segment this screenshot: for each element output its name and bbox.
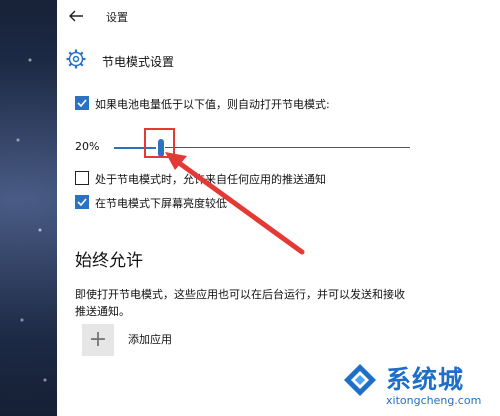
add-app-label[interactable]: 添加应用 [128,331,172,347]
always-allowed-description: 即使打开节电模式，这些应用也可以在后台运行，并可以发送和接收推送通知。 [75,288,405,318]
add-app-button[interactable]: + [82,324,114,356]
always-allowed-title: 始终允许 [75,251,143,271]
watermark-url: xitongcheng.com [386,394,482,407]
watermark-title: 系统城 [386,365,465,394]
plus-icon: + [88,327,108,352]
watermark: 系统城 xitongcheng.com [330,360,500,416]
settings-window: 设置 节电模式设置 如果电池电量低于以下值，则自动打开节电模式: 20% 处于节… [57,0,500,416]
watermark-logo-icon [344,364,376,396]
annotation-arrow-icon [165,152,305,255]
